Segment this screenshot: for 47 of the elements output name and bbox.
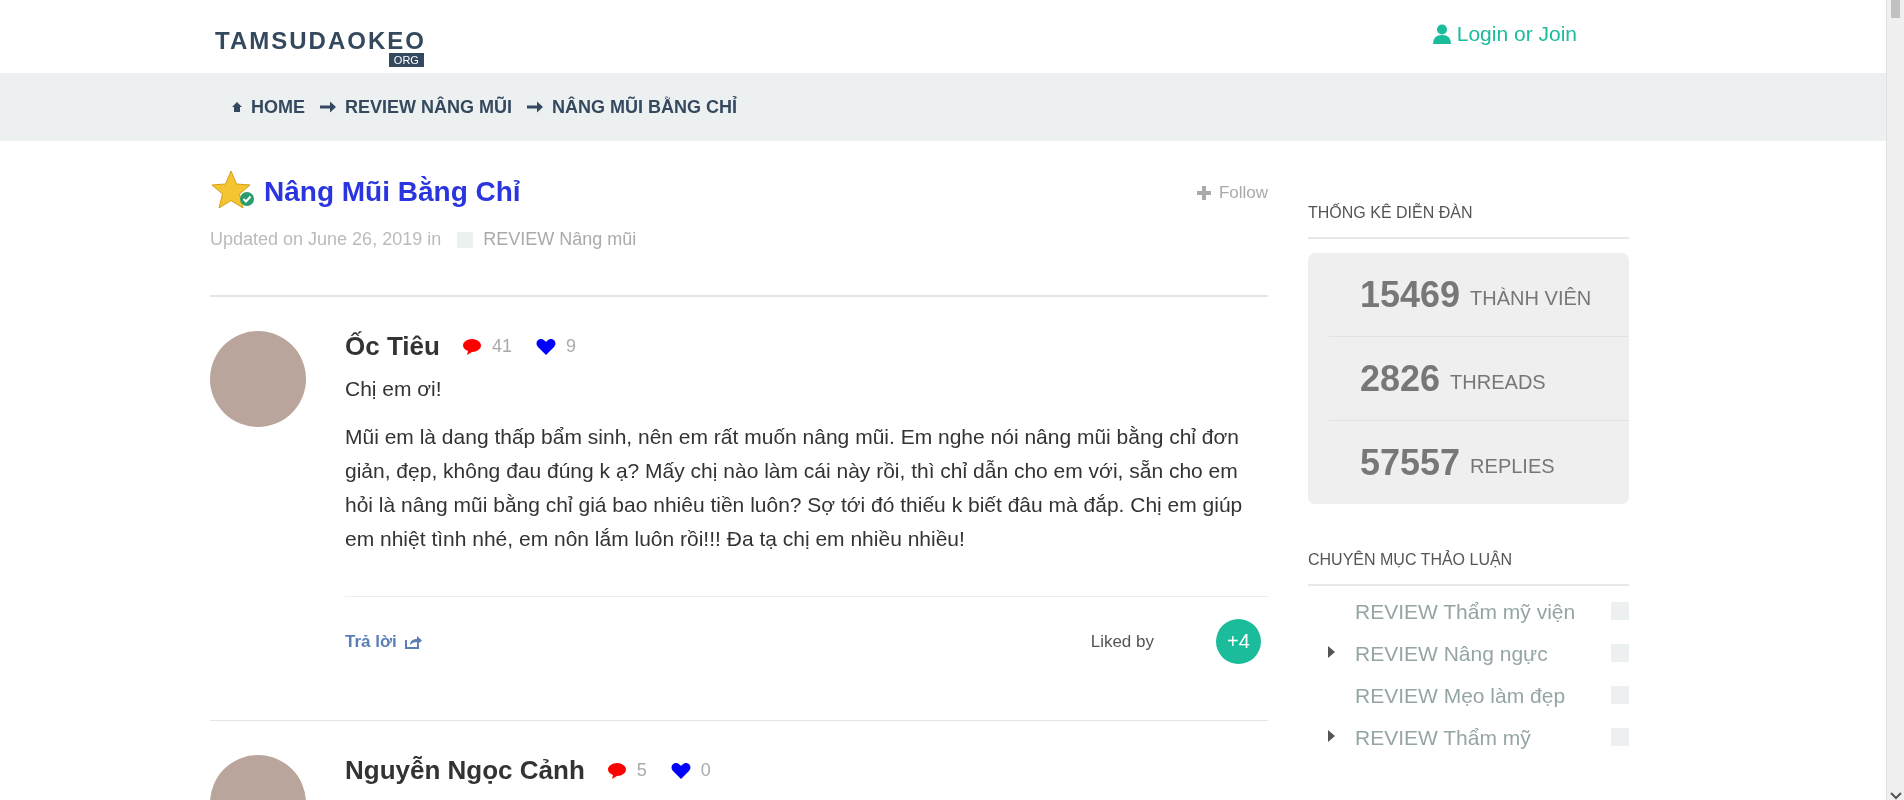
share-icon	[404, 634, 422, 649]
breadcrumb-link[interactable]: NÂNG MŨI BẰNG CHỈ	[552, 96, 737, 118]
liked-count-badge[interactable]: +4	[1216, 619, 1261, 664]
breadcrumb-link[interactable]: HOME	[251, 96, 305, 118]
stat-value: 2826	[1360, 357, 1441, 400]
breadcrumb-link[interactable]: REVIEW NÂNG MŨI	[345, 96, 512, 118]
plus-icon	[1196, 186, 1211, 200]
stat-value: 57557	[1360, 441, 1461, 484]
author-name[interactable]: Nguyễn Ngọc Cảnh	[345, 755, 585, 786]
category-link[interactable]: REVIEW Thẩm mỹ	[1355, 722, 1587, 754]
stat-value: 15469	[1360, 273, 1461, 316]
follow-button[interactable]: Follow	[1196, 183, 1268, 203]
caret-right-icon[interactable]	[1328, 730, 1335, 742]
author-name[interactable]: Ốc Tiêu	[345, 331, 440, 362]
arrow-right-icon	[320, 100, 336, 114]
reply-link[interactable]: Trả lời	[345, 631, 1091, 652]
updated-date: Updated on June 26, 2019 in	[210, 229, 442, 250]
category-link[interactable]: REVIEW Mẹo làm đẹp	[1355, 680, 1587, 712]
heart-icon	[670, 761, 691, 780]
thread-title: Nâng Mũi Bằng Chỉ	[264, 176, 521, 208]
stat-label: REPLIES	[1470, 455, 1555, 478]
comment-icon	[606, 761, 627, 780]
user-icon	[1432, 24, 1451, 44]
like-count: 9	[565, 336, 576, 357]
home-icon	[232, 102, 242, 112]
comment-count: 41	[491, 336, 512, 357]
scrollbar-thumb[interactable]	[1891, 0, 1900, 18]
arrow-right-icon	[527, 100, 543, 114]
section-heading: CHUYÊN MỤC THẢO LUẬN	[1308, 540, 1629, 586]
comment-count: 5	[636, 760, 647, 781]
site-logo[interactable]: TAMSUDAOKEO	[215, 30, 426, 52]
caret-right-icon[interactable]	[1328, 646, 1335, 658]
like-count: 0	[700, 760, 711, 781]
scroll-down-icon[interactable]	[1889, 792, 1902, 800]
section-heading: THỐNG KÊ DIỄN ĐÀN	[1308, 193, 1629, 239]
comment-icon	[461, 337, 482, 356]
liked-by-label: Liked by	[1090, 631, 1154, 652]
heart-icon	[535, 337, 556, 356]
post-text: Chị em ơi!	[345, 376, 443, 402]
category-link[interactable]: REVIEW Nâng mũi	[483, 229, 637, 250]
post-text: Mũi em là dang thấp bẩm sinh, nên em rất muốn nâng mũi. Em nghe nói nâng mũi bằng chỉ đơn giản, đẹp, không đau đúng k ạ? Mấy chị nào làm cái này rồi, thì chỉ dẫn cho em với, sẵn cho em hỏi là nâng mũi bằng chỉ giá bao nhiêu tiền luôn? Sợ tới đó thiếu k biết đâu mà đắp. Chị em giúp em nhiệt tình nhé, em nôn lắm luôn rồi!!! Đa tạ chị em nhiều nhiều!	[345, 424, 1244, 552]
stat-label: THREADS	[1450, 371, 1546, 394]
category-link[interactable]: REVIEW Nâng ngực	[1355, 638, 1587, 670]
stat-label: THÀNH VIÊN	[1470, 287, 1592, 310]
logo-suffix: ORG	[388, 53, 424, 67]
login-link[interactable]: Login or Join	[1432, 22, 1577, 46]
category-link[interactable]: REVIEW Thẩm mỹ viện	[1355, 596, 1587, 628]
